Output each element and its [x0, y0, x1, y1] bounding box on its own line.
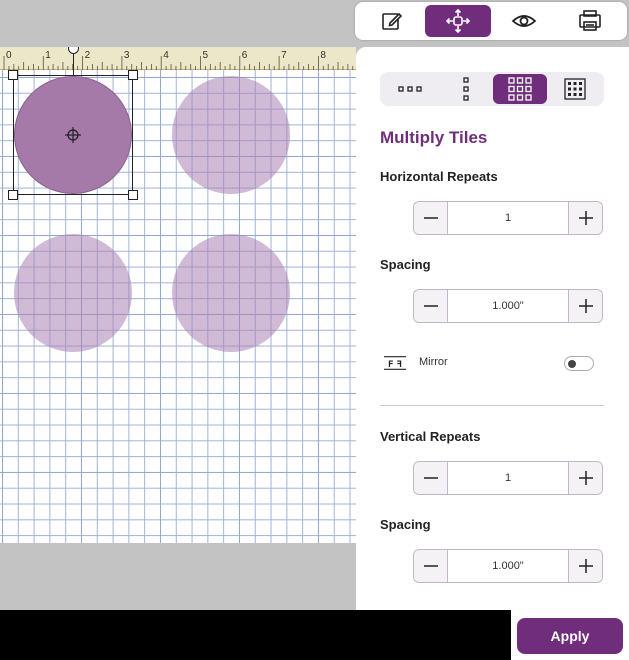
vertical-repeats-increment[interactable]	[568, 462, 602, 494]
horizontal-spacing-stepper: 1.000"	[413, 289, 603, 323]
top-toolbar	[355, 2, 627, 40]
minus-icon	[423, 217, 438, 219]
mirror-toggle[interactable]	[564, 356, 594, 371]
tile-copy[interactable]	[172, 234, 290, 352]
minus-icon	[423, 565, 438, 567]
grid-3x3-icon	[508, 77, 532, 101]
resize-handle-tr[interactable]	[128, 70, 138, 80]
ruler-label: 5	[203, 50, 209, 61]
horizontal-repeats-input[interactable]: 1	[448, 202, 568, 234]
resize-handle-br[interactable]	[128, 190, 138, 200]
vertical-spacing-input[interactable]: 1.000"	[448, 550, 568, 582]
ruler-label: 1	[45, 50, 51, 61]
layout-selector	[380, 72, 604, 106]
vertical-spacing-label: Spacing	[380, 517, 431, 532]
vertical-repeats-stepper: 1	[413, 461, 603, 495]
vertical-spacing-increment[interactable]	[568, 550, 602, 582]
tile-copy[interactable]	[172, 76, 290, 194]
save-button[interactable]	[557, 5, 623, 37]
ruler-label: 0	[6, 50, 12, 61]
vertical-spacing-stepper: 1.000"	[413, 549, 603, 583]
plus-icon	[578, 299, 593, 313]
plus-icon	[578, 211, 593, 225]
panel-title: Multiply Tiles	[380, 128, 488, 147]
vertical-repeats-input[interactable]: 1	[448, 462, 568, 494]
ruler-label: 2	[85, 50, 91, 61]
pencil-icon	[382, 12, 403, 30]
apply-area: Apply	[511, 610, 629, 660]
move-arrows-icon	[445, 8, 471, 34]
ruler-label: 7	[281, 50, 287, 61]
ruler-label: 6	[242, 50, 248, 61]
tile-copy[interactable]	[14, 234, 132, 352]
minus-icon	[423, 305, 438, 307]
multiply-tiles-panel: Multiply Tiles Horizontal Repeats 1 Spac…	[356, 47, 629, 610]
ruler-label: 3	[124, 50, 130, 61]
layout-vertical-button[interactable]	[439, 74, 493, 104]
horizontal-spacing-label: Spacing	[380, 257, 431, 272]
layout-fill-button[interactable]	[548, 74, 602, 104]
mirror-label: Mirror	[419, 356, 448, 368]
ruler-label: 8	[320, 50, 326, 61]
rotation-stem	[73, 54, 74, 75]
horizontal-repeats-increment[interactable]	[568, 202, 602, 234]
svg-text:F: F	[388, 360, 393, 370]
horizontal-repeats-label: Horizontal Repeats	[380, 169, 498, 184]
ruler-label: 4	[163, 50, 169, 61]
horizontal-repeats-decrement[interactable]	[414, 202, 448, 234]
preview-button[interactable]	[491, 5, 557, 37]
vertical-spacing-decrement[interactable]	[414, 550, 448, 582]
horizontal-repeats-stepper: 1	[413, 201, 603, 235]
toggle-knob	[568, 360, 576, 368]
layout-horizontal-button[interactable]	[383, 74, 437, 104]
layout-grid-button[interactable]	[493, 74, 547, 104]
horizontal-spacing-input[interactable]: 1.000"	[448, 290, 568, 322]
apply-button[interactable]: Apply	[517, 618, 623, 654]
move-crosshair-icon[interactable]	[65, 127, 81, 143]
grid-4x4-icon	[564, 78, 586, 100]
mirror-icon: F F	[384, 356, 406, 370]
vertical-repeats-label: Vertical Repeats	[380, 429, 481, 444]
plus-icon	[578, 471, 593, 485]
ruler: 0 1 2 3 4 5 6 7 8	[0, 47, 356, 70]
svg-text:F: F	[397, 360, 402, 370]
horizontal-dots-icon	[398, 86, 422, 92]
vertical-repeats-decrement[interactable]	[414, 462, 448, 494]
edit-button[interactable]	[359, 5, 425, 37]
eye-icon	[511, 15, 537, 27]
section-divider	[380, 405, 604, 406]
arrange-button[interactable]	[425, 5, 491, 37]
horizontal-spacing-decrement[interactable]	[414, 290, 448, 322]
resize-handle-bl[interactable]	[8, 190, 18, 200]
save-icon	[579, 10, 601, 31]
design-canvas[interactable]: 0 1 2 3 4 5 6 7 8	[0, 47, 356, 543]
minus-icon	[423, 477, 438, 479]
resize-handle-tl[interactable]	[8, 70, 18, 80]
plus-icon	[578, 559, 593, 573]
horizontal-spacing-increment[interactable]	[568, 290, 602, 322]
vertical-dots-icon	[463, 77, 469, 101]
